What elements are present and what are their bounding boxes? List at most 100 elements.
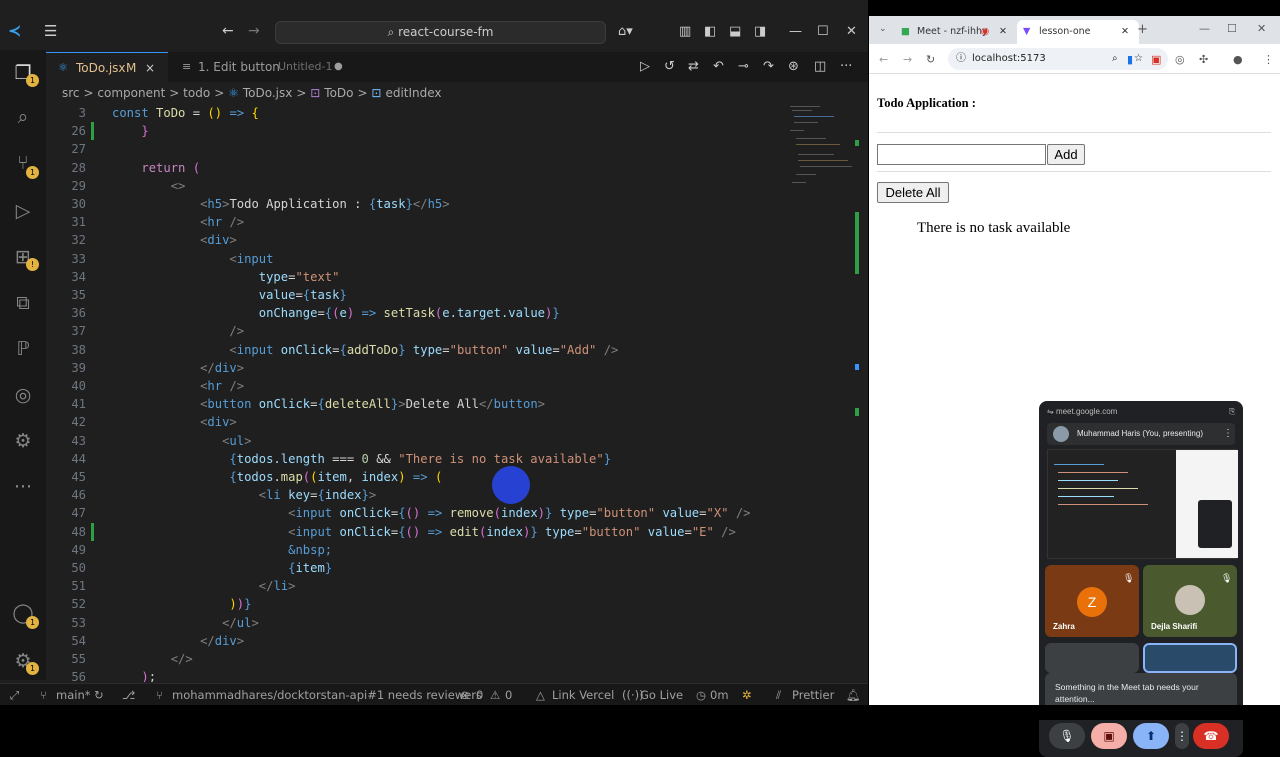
code-line[interactable]: 50 {item} bbox=[46, 559, 858, 577]
time-tracker[interactable]: 0m bbox=[710, 688, 729, 702]
minimize-icon[interactable]: — bbox=[1199, 22, 1210, 35]
code-line[interactable]: 34 type="text" bbox=[46, 268, 858, 286]
code-line[interactable]: 43 <ul> bbox=[46, 432, 858, 450]
code-line[interactable]: 38 <input onClick={addToDo} type="button… bbox=[46, 341, 858, 359]
microphone-icon[interactable]: 🎙︎ bbox=[1049, 723, 1085, 749]
code-line[interactable]: 51 </li> bbox=[46, 577, 858, 595]
code-line[interactable]: 36 onChange={(e) => setTask(e.target.val… bbox=[46, 304, 858, 322]
code-line[interactable]: 40 <hr /> bbox=[46, 377, 858, 395]
extensions-puzzle-icon[interactable]: ✣ bbox=[1199, 53, 1208, 66]
link-vercel[interactable]: Link Vercel bbox=[552, 688, 614, 702]
code-line[interactable]: 44 {todos.length === 0 && "There is no t… bbox=[46, 450, 858, 468]
close-window-icon[interactable]: ✕ bbox=[1257, 22, 1266, 35]
breadcrumb-item[interactable]: todo bbox=[183, 86, 210, 100]
toggle-secondary-sidebar-icon[interactable]: ◨ bbox=[754, 24, 766, 39]
site-info-icon[interactable]: ⓘ bbox=[956, 48, 966, 70]
code-line[interactable]: 29 <> bbox=[46, 177, 858, 195]
code-line[interactable]: 48 <input onClick={() => edit(index)} ty… bbox=[46, 522, 858, 541]
toggle-panel-icon[interactable]: ⬓ bbox=[729, 24, 741, 39]
chrome-menu-icon[interactable]: ⋮ bbox=[1263, 53, 1274, 66]
breadcrumb-item[interactable]: src bbox=[62, 86, 80, 100]
command-center-search[interactable]: ⌕ react-course-fm bbox=[275, 21, 606, 44]
present-screen-icon[interactable]: ⬆ bbox=[1133, 723, 1169, 749]
unsaved-dot[interactable]: ● bbox=[334, 52, 343, 82]
sync-icon[interactable]: ↻ bbox=[94, 688, 104, 702]
code-line[interactable]: 35 value={task} bbox=[46, 286, 858, 304]
code-line[interactable]: 52 ))} bbox=[46, 595, 858, 613]
back-to-tab-icon[interactable]: ⎘ bbox=[1229, 407, 1235, 417]
reload-icon[interactable]: ↻ bbox=[926, 53, 935, 66]
more-icon[interactable]: ··· bbox=[12, 476, 34, 498]
extension-icon[interactable]: ▮ bbox=[1127, 53, 1133, 66]
profile-avatar[interactable]: ● bbox=[1233, 53, 1243, 66]
remote-icon[interactable]: ⤢ bbox=[10, 688, 19, 703]
error-count[interactable]: 0 bbox=[476, 688, 483, 702]
code-line[interactable]: 27 bbox=[46, 140, 858, 158]
close-tab-icon[interactable]: × bbox=[145, 53, 155, 83]
code-line[interactable]: 45 {todos.map((item, index) => ( bbox=[46, 468, 858, 486]
minimize-icon[interactable]: — bbox=[789, 24, 802, 39]
copilot-icon[interactable]: ⌂▾ bbox=[618, 24, 633, 39]
minimap[interactable] bbox=[784, 104, 854, 194]
leave-call-icon[interactable]: ☎ bbox=[1193, 723, 1229, 749]
zoom-icon[interactable]: ⌕ bbox=[1112, 48, 1118, 70]
code-line[interactable]: 55 </> bbox=[46, 650, 858, 668]
bookmark-star-icon[interactable]: ☆ bbox=[1134, 48, 1143, 70]
python-icon[interactable]: ℙ bbox=[12, 338, 34, 360]
breadcrumb-item[interactable]: editIndex bbox=[385, 86, 441, 100]
breadcrumb-item[interactable]: component bbox=[97, 86, 165, 100]
code-line[interactable]: 56 ); bbox=[46, 668, 858, 682]
code-line[interactable]: 54 </div> bbox=[46, 632, 858, 650]
tab-todo-jsx[interactable]: ⚛ ToDo.jsx M × bbox=[46, 52, 168, 82]
tab-search-icon[interactable]: ⌄ bbox=[879, 24, 887, 34]
branch-name[interactable]: main* bbox=[56, 688, 90, 702]
github-icon[interactable]: ◎ bbox=[12, 384, 34, 406]
code-line[interactable]: 37 /> bbox=[46, 322, 858, 340]
close-tab-icon[interactable]: ✕ bbox=[999, 20, 1007, 44]
back-arrow-icon[interactable]: ← bbox=[222, 23, 234, 39]
code-line[interactable]: 32 <div> bbox=[46, 231, 858, 249]
code-editor[interactable]: 3 const ToDo = () => {26 } 27 28 return (29… bbox=[46, 104, 858, 682]
warning-count[interactable]: 0 bbox=[505, 688, 512, 702]
open-changes-icon[interactable]: ⊛ bbox=[788, 59, 799, 74]
breadcrumb-item[interactable]: ToDo.jsx bbox=[243, 86, 293, 100]
code-line[interactable]: 46 <li key={index}> bbox=[46, 486, 858, 504]
extension-icon[interactable]: ▣ bbox=[1151, 53, 1161, 66]
maximize-icon[interactable]: ☐ bbox=[817, 24, 829, 39]
docker-icon[interactable]: ⚙ bbox=[12, 430, 34, 452]
tab-meet[interactable]: ■ Meet - nzf-ihhy ◉ ✕ bbox=[895, 20, 1015, 44]
compare-icon[interactable]: ⇄ bbox=[688, 59, 699, 74]
task-input[interactable] bbox=[877, 144, 1046, 165]
tab-lesson-one[interactable]: ▼ lesson-one ✕ bbox=[1017, 20, 1139, 44]
more-options-icon[interactable]: ⋮ bbox=[1223, 423, 1233, 445]
close-window-icon[interactable]: ✕ bbox=[846, 24, 857, 39]
toggle-primary-sidebar-icon[interactable]: ◧ bbox=[704, 24, 716, 39]
forward-icon[interactable]: → bbox=[903, 53, 912, 66]
next-change-icon[interactable]: ↷ bbox=[763, 59, 774, 74]
code-line[interactable]: 31 <hr /> bbox=[46, 213, 858, 231]
split-editor-icon[interactable]: ◫ bbox=[814, 59, 826, 74]
code-line[interactable]: 53 </ul> bbox=[46, 614, 858, 632]
tab-edit-button[interactable]: ≡ 1. Edit button Untitled-1 ● bbox=[168, 52, 348, 82]
forward-arrow-icon[interactable]: → bbox=[248, 23, 260, 39]
prettier-status[interactable]: Prettier bbox=[792, 688, 834, 702]
code-line[interactable]: 28 return ( bbox=[46, 159, 858, 177]
run-debug-icon[interactable]: ▷ bbox=[12, 200, 34, 222]
code-line[interactable]: 33 <input bbox=[46, 250, 858, 268]
layout-sidebar-left-icon[interactable]: ▥ bbox=[679, 24, 691, 39]
code-line[interactable]: 26 } bbox=[46, 122, 858, 141]
extension-icon[interactable]: ◎ bbox=[1175, 53, 1185, 66]
search-icon[interactable]: ⌕ bbox=[12, 106, 34, 128]
remote-explorer-icon[interactable]: ⧉ bbox=[12, 292, 34, 314]
delete-all-button[interactable]: Delete All bbox=[877, 182, 949, 203]
camera-off-icon[interactable]: ▣ bbox=[1091, 723, 1127, 749]
code-line[interactable]: 42 <div> bbox=[46, 413, 858, 431]
copilot-status-icon[interactable]: ✲ bbox=[742, 688, 752, 702]
code-line[interactable]: 49 &nbsp; bbox=[46, 541, 858, 559]
breadcrumb-item[interactable]: ToDo bbox=[324, 86, 353, 100]
code-line[interactable]: 47 <input onClick={() => remove(index)} … bbox=[46, 504, 858, 522]
run-icon[interactable]: ▷ bbox=[640, 59, 650, 74]
code-line[interactable]: 3 const ToDo = () => { bbox=[46, 104, 858, 122]
source-control-graph-icon[interactable]: ⎇ bbox=[122, 688, 135, 702]
code-line[interactable]: 30 <h5>Todo Application : {task}</h5> bbox=[46, 195, 858, 213]
